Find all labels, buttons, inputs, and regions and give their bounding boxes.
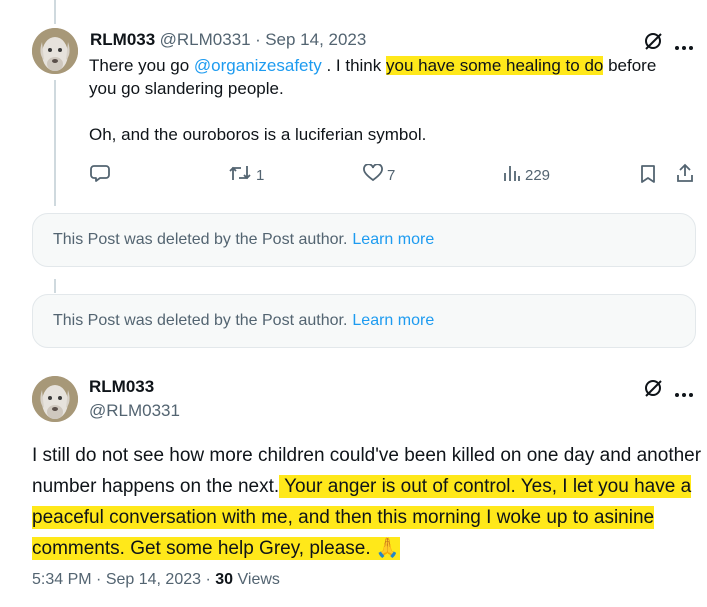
post1-header: RLM033 @RLM0331 · Sep 14, 2023 [90, 30, 366, 50]
post-date[interactable]: Sep 14, 2023 [106, 571, 201, 588]
thread-line-top [54, 0, 56, 24]
grok-icon[interactable] [643, 31, 663, 56]
learn-more-link[interactable]: Learn more [352, 312, 434, 330]
views-count: 229 [525, 166, 551, 184]
heart-icon [363, 163, 383, 186]
post1-text-line2: you go slandering people. [89, 79, 284, 98]
views-label: Views [237, 571, 280, 588]
bookmark-icon[interactable] [640, 164, 656, 189]
post-metadata: 5:34 PM · Sep 14, 2023 · 30 Views [32, 571, 280, 589]
user-handle[interactable]: @RLM0331 [89, 401, 180, 421]
thread-line-between-deleted [54, 279, 56, 293]
avatar[interactable] [32, 376, 78, 422]
repost-button[interactable]: 1 [228, 164, 264, 186]
post1-text-line3: Oh, and the ouroboros is a luciferian sy… [89, 125, 427, 144]
separator-dot: · [255, 30, 261, 49]
grok-icon[interactable] [643, 378, 663, 403]
repost-count: 1 [256, 166, 265, 184]
views-count: 30 [215, 571, 234, 588]
highlighted-text: you have some healing to do [385, 56, 604, 75]
post-text: before [603, 56, 657, 75]
like-count: 7 [387, 166, 396, 184]
separator-dot: · [96, 571, 102, 588]
repost-icon [228, 164, 252, 186]
deleted-message: This Post was deleted by the Post author… [53, 231, 348, 248]
post-text: . I think [321, 56, 386, 75]
deleted-message: This Post was deleted by the Post author… [53, 312, 348, 329]
mention-link[interactable]: @organizesafety [194, 56, 322, 75]
avatar[interactable] [32, 28, 78, 74]
post-text: There you go [89, 56, 194, 75]
views-icon [503, 164, 521, 186]
separator-dot: · [205, 571, 211, 588]
more-options-icon[interactable] [674, 38, 694, 56]
post-date[interactable]: Sep 14, 2023 [265, 30, 366, 49]
post2-text: I still do not see how more children cou… [32, 440, 702, 564]
like-button[interactable]: 7 [363, 163, 396, 186]
display-name[interactable]: RLM033 [90, 30, 155, 49]
post1-text-line1: There you go @organizesafety . I think y… [89, 55, 656, 77]
deleted-post-notice: This Post was deleted by the Post author… [32, 294, 696, 348]
learn-more-link[interactable]: Learn more [352, 231, 434, 249]
post-time[interactable]: 5:34 PM [32, 571, 92, 588]
deleted-post-notice: This Post was deleted by the Post author… [32, 213, 696, 267]
views-button[interactable]: 229 [503, 164, 550, 186]
thread-line-post1 [54, 80, 56, 206]
folded-hands-emoji: 🙏 [375, 537, 400, 560]
display-name[interactable]: RLM033 [89, 377, 154, 397]
share-icon[interactable] [675, 163, 695, 188]
user-handle[interactable]: @RLM0331 [160, 30, 251, 49]
more-options-icon[interactable] [674, 385, 694, 403]
reply-icon[interactable] [90, 163, 110, 188]
